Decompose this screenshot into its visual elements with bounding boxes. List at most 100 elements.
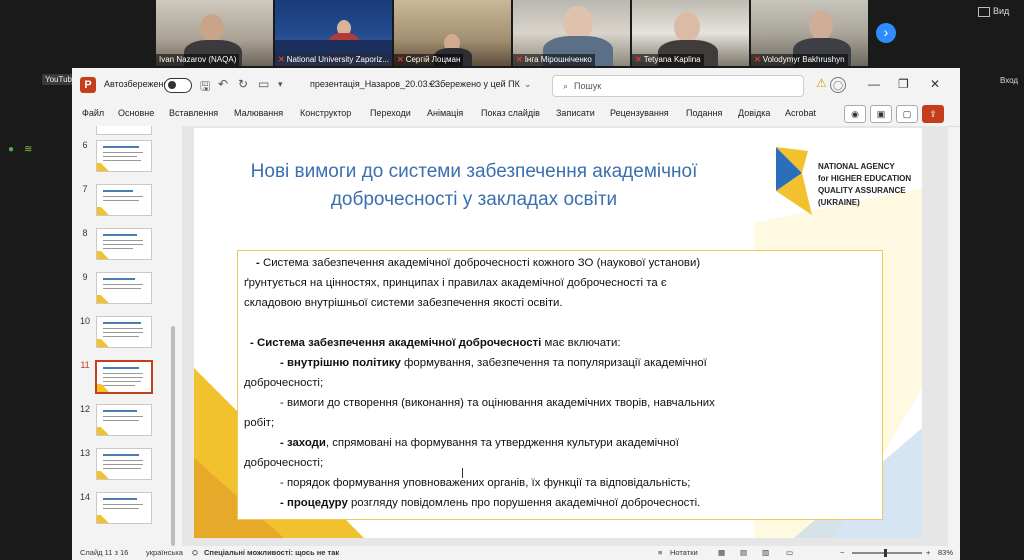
slide-thumbnail[interactable] (96, 492, 152, 524)
save-icon[interactable]: 🖫 (200, 77, 210, 98)
slide-thumbnail[interactable] (96, 140, 152, 172)
tab-draw[interactable]: Малювання (234, 108, 283, 118)
participant-tile[interactable]: ✕ Сергій Лоцман (394, 0, 511, 66)
start-slideshow-icon[interactable]: ▭ (258, 77, 269, 91)
next-participants-button[interactable]: › (876, 23, 896, 43)
slide-thumbnail[interactable] (96, 228, 152, 260)
slide-thumbnail-selected[interactable] (95, 360, 153, 394)
slide-thumbnail-row[interactable]: 7 (72, 184, 182, 228)
comments-button[interactable]: ▢ (896, 105, 918, 123)
slide-thumbnail[interactable] (96, 272, 152, 304)
tab-file[interactable]: Файл (82, 108, 104, 118)
mic-muted-icon: ✕ (754, 55, 761, 64)
slide-thumbnail[interactable] (96, 184, 152, 216)
slide-thumbnail-row[interactable]: 10 (72, 316, 182, 360)
normal-view-icon[interactable]: ▦ (718, 546, 725, 560)
slide-thumbnail[interactable] (96, 404, 152, 436)
search-input[interactable]: ⌕ Пошук (552, 75, 804, 97)
tab-animations[interactable]: Анімація (427, 108, 463, 118)
slide-thumbnail-row-selected[interactable]: 11 (72, 360, 182, 404)
tab-record[interactable]: Записати (556, 108, 595, 118)
tab-view[interactable]: Подання (686, 108, 722, 118)
chevron-down-icon[interactable]: ⌄ (524, 79, 532, 90)
slide-thumbnail-row[interactable]: 14 (72, 492, 182, 536)
list-item-continuation: доброчесності; (244, 377, 324, 389)
participant-face (674, 12, 700, 42)
participant-tile[interactable]: ✕ National University Zaporiz... (275, 0, 392, 66)
view-button[interactable]: Вид (978, 6, 1009, 17)
slide-number: 13 (79, 448, 90, 458)
current-slide[interactable]: Нові вимоги до системи забезпечення акад… (194, 128, 922, 538)
body-text-box[interactable]: - Система забезпечення академічної добро… (237, 250, 883, 520)
redo-icon[interactable]: ↻ (238, 77, 248, 91)
zoom-level[interactable]: 83% (938, 546, 953, 560)
reading-view-icon[interactable]: ▥ (762, 546, 769, 560)
slide-thumbnail[interactable] (96, 448, 152, 480)
slide-number: 8 (82, 228, 88, 238)
tab-help[interactable]: Довідка (738, 108, 770, 118)
customize-toolbar-icon[interactable]: ▾ (278, 79, 283, 90)
present-button[interactable]: ▣ (870, 105, 892, 123)
language-indicator[interactable]: українська (146, 546, 183, 560)
slide-thumbnail-row[interactable]: 8 (72, 228, 182, 272)
notes-icon[interactable]: ≡ (658, 546, 662, 560)
zoom-in-icon[interactable]: + (926, 546, 930, 560)
warning-icon[interactable]: ⚠ (816, 76, 827, 90)
slide-thumbnail-row[interactable]: 9 (72, 272, 182, 316)
sorter-view-icon[interactable]: ▤ (740, 546, 747, 560)
participant-tile[interactable]: Ivan Nazarov (NAQA) (156, 0, 273, 66)
tab-insert[interactable]: Вставлення (169, 108, 218, 118)
save-status[interactable]: • Збережено у цей ПК (429, 79, 520, 89)
tab-slideshow[interactable]: Показ слайдів (481, 108, 540, 118)
tab-acrobat[interactable]: Acrobat (785, 108, 816, 118)
paragraph-line: ґрунтується на цінностях, принципах і пр… (244, 277, 667, 289)
slide-number: 14 (79, 492, 90, 502)
mic-muted-icon: ✕ (278, 55, 285, 64)
tab-home[interactable]: Основне (118, 108, 154, 118)
zoom-slider-knob[interactable] (884, 549, 887, 557)
slideshow-view-icon[interactable]: ▭ (786, 546, 793, 560)
thumbnails-scrollbar[interactable] (171, 326, 175, 546)
tab-transitions[interactable]: Переходи (370, 108, 411, 118)
file-name: презентація_Назаров_20.03.2... (310, 79, 443, 89)
participant-tile[interactable]: ✕ Tetyana Kaplina (632, 0, 749, 66)
participant-tile[interactable]: ✕ Інга Мірошніченко (513, 0, 630, 66)
slide-number: 10 (79, 316, 90, 326)
slide-number: 6 (82, 140, 88, 150)
close-icon[interactable]: ✕ (930, 77, 940, 91)
minimize-icon[interactable]: — (868, 77, 880, 91)
signal-icon: ≋ (24, 144, 33, 155)
participant-face (200, 14, 224, 42)
naqa-logo-text: NATIONAL AGENCY for HIGHER EDUCATION QUA… (818, 162, 912, 207)
list-item-continuation: робіт; (244, 417, 275, 429)
tab-design[interactable]: Конструктор (300, 108, 351, 118)
notes-button[interactable]: Нотатки (670, 546, 698, 560)
tab-review[interactable]: Рецензування (610, 108, 669, 118)
accessibility-icon[interactable]: ⛭ (192, 546, 198, 560)
participant-tile[interactable]: ✕ Volodymyr Bakhrushyn (751, 0, 868, 66)
zoom-slider[interactable] (852, 552, 922, 554)
slide-thumbnail-row[interactable]: 13 (72, 448, 182, 492)
slide-thumbnail[interactable] (96, 316, 152, 348)
slide-title: Нові вимоги до системи забезпечення акад… (250, 161, 698, 210)
powerpoint-logo-icon: P (80, 77, 96, 93)
zoom-out-icon[interactable]: − (840, 546, 844, 560)
account-avatar-icon[interactable]: ◯ (830, 77, 846, 93)
slide-thumbnail[interactable] (96, 126, 152, 135)
slide-thumbnail-row[interactable]: 12 (72, 404, 182, 448)
share-button[interactable]: ⇪ (922, 105, 944, 123)
desk (275, 40, 392, 54)
participant-name: ✕ Інга Мірошніченко (513, 54, 595, 66)
naqa-logo-mark-icon (776, 147, 812, 215)
undo-icon[interactable]: ↶ (218, 77, 228, 91)
slide-number: 7 (82, 184, 88, 194)
exit-label[interactable]: Вход (1000, 76, 1018, 85)
status-bar: Слайд 11 з 16 українська ⛭ Спеціальні мо… (72, 546, 960, 560)
autosave-toggle[interactable] (164, 78, 192, 93)
accessibility-status[interactable]: Спеціальні можливості: щось не так (204, 546, 339, 560)
restore-icon[interactable]: ❐ (898, 77, 909, 91)
list-item: - заходи, спрямовані на формування та ут… (280, 437, 679, 449)
slide-thumbnail-row[interactable]: 6 (72, 140, 182, 184)
record-button[interactable]: ◉ (844, 105, 866, 123)
participant-name: ✕ Volodymyr Bakhrushyn (751, 54, 848, 66)
